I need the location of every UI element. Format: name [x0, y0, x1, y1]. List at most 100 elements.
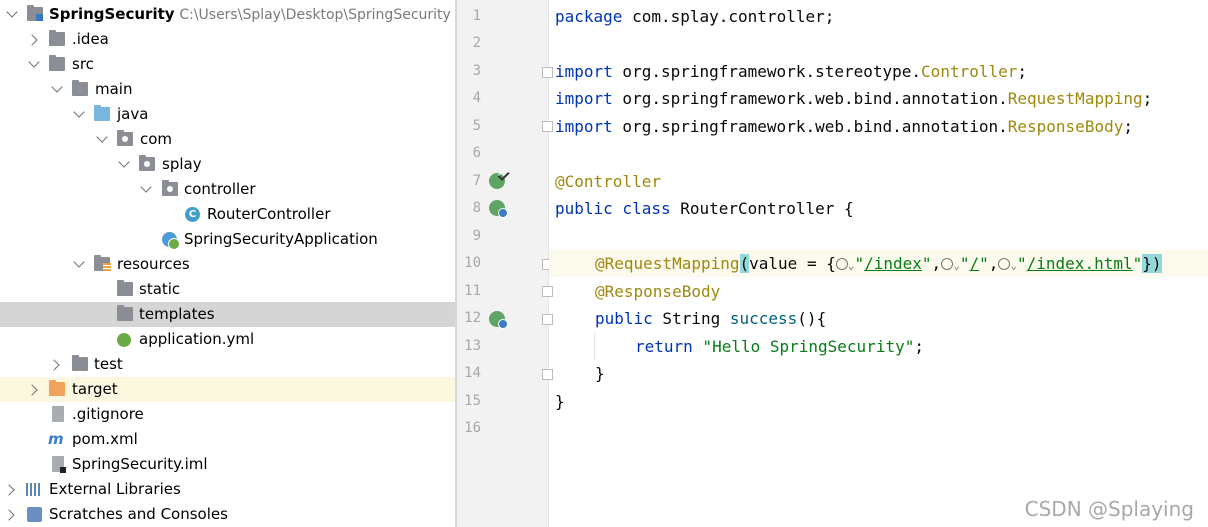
line-number: 11 — [464, 283, 481, 299]
tree-label: SpringSecurityApplication — [184, 230, 378, 248]
tree-row-gitignore[interactable]: .gitignore — [0, 402, 455, 427]
tree-row-com[interactable]: com — [0, 127, 455, 152]
chevron-down-icon[interactable] — [96, 131, 108, 143]
tree-row-java[interactable]: java — [0, 102, 455, 127]
tree-row-resources[interactable]: resources — [0, 252, 455, 277]
tree-label: java — [117, 105, 149, 123]
line-number: 5 — [472, 118, 481, 134]
tree-row-splay[interactable]: splay — [0, 152, 455, 177]
chevron-down-icon[interactable] — [73, 106, 85, 118]
project-path: C:\Users\Splay\Desktop\SpringSecurity — [179, 7, 451, 23]
line-number: 10 — [464, 255, 481, 271]
chevron-right-icon[interactable] — [3, 484, 15, 496]
chevron-down-icon[interactable] — [28, 56, 40, 68]
tree-label: target — [72, 380, 118, 398]
code-line-4[interactable]: import org.springframework.web.bind.anno… — [549, 85, 1208, 112]
scratches-icon — [27, 507, 42, 522]
spring-bean-icon[interactable] — [489, 173, 505, 189]
line-number: 15 — [464, 393, 481, 409]
chevron-down-icon[interactable]: ⌄ — [953, 259, 960, 272]
line-number: 7 — [472, 173, 481, 189]
tree-row-templates[interactable]: templates — [0, 302, 455, 327]
url-link[interactable]: / — [969, 254, 979, 273]
tree-row-application-yml[interactable]: application.yml — [0, 327, 455, 352]
tree-row-target[interactable]: target — [0, 377, 455, 402]
code-line-13[interactable]: return "Hello SpringSecurity"; — [549, 333, 1208, 360]
code-line-11[interactable]: @ResponseBody — [549, 278, 1208, 305]
tree-label: application.yml — [139, 330, 255, 348]
url-link[interactable]: /index — [864, 254, 922, 273]
tree-label: controller — [184, 180, 256, 198]
chevron-down-icon[interactable] — [51, 81, 63, 93]
code-line-15[interactable]: } — [549, 388, 1208, 415]
code-line-12[interactable]: public String success(){ — [549, 305, 1208, 332]
code-line-14[interactable]: } — [549, 360, 1208, 387]
module-folder-icon — [27, 5, 43, 21]
tree-row-router-controller[interactable]: C RouterController — [0, 202, 455, 227]
project-tree: SpringSecurity C:\Users\Splay\Desktop\Sp… — [0, 0, 455, 527]
tree-row-controller[interactable]: controller — [0, 177, 455, 202]
package-icon — [162, 180, 178, 196]
code-line-1[interactable]: package com.splay.controller; — [549, 3, 1208, 30]
code-line-5[interactable]: import org.springframework.web.bind.anno… — [549, 113, 1208, 140]
folder-icon — [117, 280, 133, 296]
tree-row-pom[interactable]: m pom.xml — [0, 427, 455, 452]
chevron-down-icon[interactable]: ⌄ — [1010, 259, 1017, 272]
tree-row-project-root[interactable]: SpringSecurity C:\Users\Splay\Desktop\Sp… — [0, 2, 455, 27]
tree-label: Scratches and Consoles — [49, 505, 228, 523]
line-number: 12 — [464, 310, 481, 326]
tree-row-application-class[interactable]: SpringSecurityApplication — [0, 227, 455, 252]
tree-label: main — [95, 80, 133, 98]
web-endpoint-icon[interactable] — [998, 258, 1011, 270]
package-icon — [117, 130, 133, 146]
tree-row-external-libraries[interactable]: External Libraries — [0, 477, 455, 502]
spring-boot-app-icon — [162, 232, 180, 250]
chevron-down-icon[interactable] — [140, 181, 152, 193]
tree-label: resources — [117, 255, 190, 273]
chevron-down-icon[interactable] — [6, 6, 18, 18]
folder-icon — [72, 355, 88, 371]
code-line-3[interactable]: import org.springframework.stereotype.Co… — [549, 58, 1208, 85]
folder-icon — [49, 30, 65, 46]
tree-row-idea[interactable]: .idea — [0, 27, 455, 52]
tree-label: .gitignore — [72, 405, 144, 423]
folder-icon — [72, 80, 88, 96]
library-icon — [26, 483, 42, 496]
chevron-right-icon[interactable] — [48, 359, 60, 371]
spring-bean-icon[interactable] — [489, 200, 508, 218]
resources-folder-icon — [94, 255, 111, 271]
tree-row-iml[interactable]: SpringSecurity.iml — [0, 452, 455, 477]
chevron-right-icon[interactable] — [3, 509, 15, 521]
file-icon — [52, 406, 64, 422]
code-line-10[interactable]: @RequestMapping(value = {⌄"/index", ⌄"/",… — [549, 250, 1208, 277]
tree-row-test[interactable]: test — [0, 352, 455, 377]
tree-row-static[interactable]: static — [0, 277, 455, 302]
tree-label: External Libraries — [49, 480, 181, 498]
line-number: 9 — [472, 228, 481, 244]
tree-row-main[interactable]: main — [0, 77, 455, 102]
project-name: SpringSecurity — [49, 5, 175, 23]
code-line-8[interactable]: public class RouterController { — [549, 195, 1208, 222]
maven-icon: m — [48, 430, 64, 448]
web-endpoint-icon[interactable] — [835, 258, 848, 270]
chevron-right-icon[interactable] — [26, 34, 38, 46]
tree-label: RouterController — [207, 205, 331, 223]
chevron-down-icon[interactable] — [118, 156, 130, 168]
line-number: 16 — [464, 420, 481, 436]
request-mapping-icon[interactable] — [489, 311, 508, 329]
chevron-right-icon[interactable] — [26, 384, 38, 396]
line-number: 4 — [472, 90, 481, 106]
tree-label: src — [72, 55, 94, 73]
code-line-7[interactable]: @Controller — [549, 168, 1208, 195]
tree-label: splay — [162, 155, 202, 173]
yaml-config-icon — [117, 333, 131, 347]
chevron-down-icon[interactable] — [73, 256, 85, 268]
module-file-icon — [52, 456, 66, 473]
url-link[interactable]: /index.html — [1027, 254, 1133, 273]
folder-icon — [49, 55, 65, 71]
tree-row-scratches[interactable]: Scratches and Consoles — [0, 502, 455, 527]
web-endpoint-icon[interactable] — [941, 258, 954, 270]
line-number: 3 — [472, 63, 481, 79]
tree-row-src[interactable]: src — [0, 52, 455, 77]
tree-label: static — [139, 280, 181, 298]
